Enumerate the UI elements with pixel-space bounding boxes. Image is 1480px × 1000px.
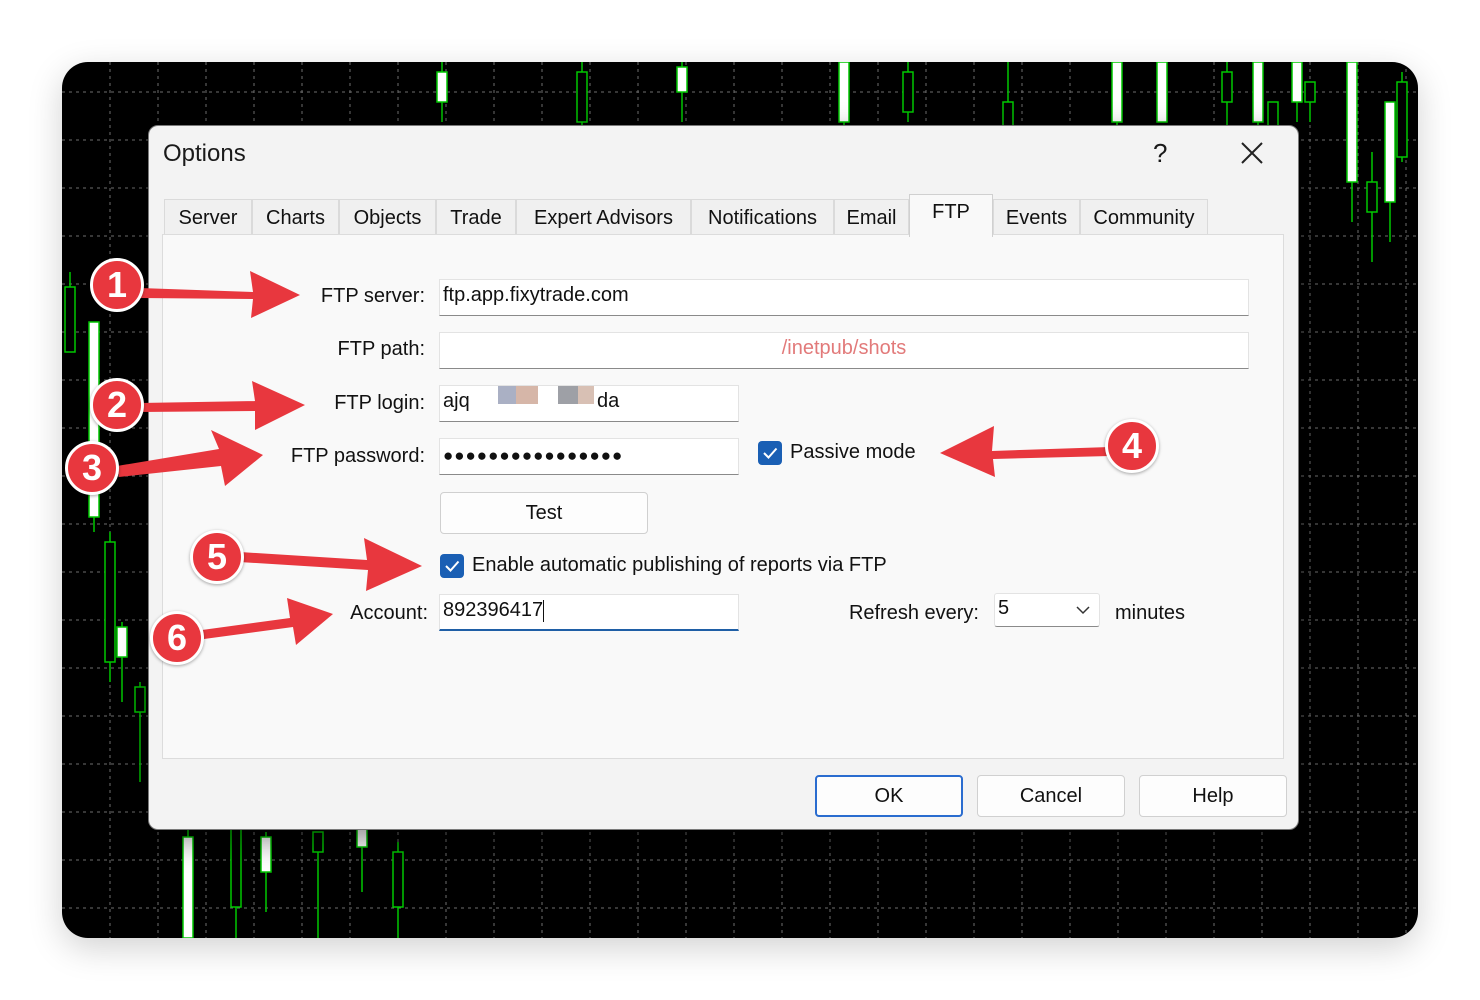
redacted-block [558, 386, 594, 404]
account-value: 892396417 [443, 599, 544, 621]
candle-body [1346, 62, 1358, 183]
tab-email[interactable]: Email [834, 199, 909, 235]
annotation-badge-4: 4 [1105, 419, 1159, 473]
annotation-badge-3: 3 [65, 441, 119, 495]
ftp-login-input[interactable]: ajq da [439, 385, 739, 422]
candle-body [1304, 81, 1316, 103]
close-icon[interactable] [1239, 140, 1265, 166]
candle-body [392, 851, 404, 908]
text-cursor [543, 599, 545, 622]
account-label: Account: [350, 602, 428, 624]
redacted-block [498, 386, 538, 404]
candle-body [134, 686, 146, 713]
candle-body [64, 286, 76, 353]
dialog-title: Options [163, 140, 246, 167]
annotation-badge-1: 1 [90, 258, 144, 312]
ok-button[interactable]: OK [815, 775, 963, 817]
enable-publishing-checkbox[interactable] [440, 554, 464, 578]
refresh-value: 5 [998, 597, 1010, 619]
annotation-badge-5: 5 [190, 530, 244, 584]
passive-mode-checkbox[interactable] [758, 441, 782, 465]
test-button[interactable]: Test [440, 492, 648, 534]
candle-body [1156, 62, 1168, 123]
account-input[interactable]: 892396417 [439, 594, 739, 631]
minutes-label: minutes [1115, 602, 1186, 624]
candle-body [1252, 62, 1264, 123]
tab-ftp[interactable]: FTP [909, 194, 993, 237]
candle-body [260, 836, 272, 873]
passive-mode-label: Passive mode [790, 441, 916, 463]
chevron-down-icon [1076, 606, 1090, 615]
candle-body [1221, 71, 1233, 103]
candle-body [182, 836, 194, 938]
tab-charts[interactable]: Charts [252, 199, 339, 235]
tab-objects[interactable]: Objects [339, 199, 436, 235]
refresh-select[interactable]: 5 [994, 593, 1100, 627]
cancel-button[interactable]: Cancel [977, 775, 1125, 817]
ftp-login-label: FTP login: [334, 392, 425, 414]
options-dialog: Options ? Server Charts Objects Trade Ex… [148, 125, 1299, 830]
refresh-label: Refresh every: [848, 602, 979, 624]
annotation-badge-2: 2 [90, 378, 144, 432]
candle-body [1396, 81, 1408, 158]
login-value-end: da [597, 390, 620, 412]
candle-body [104, 541, 116, 663]
candle-body [436, 71, 448, 103]
candle-body [116, 626, 128, 658]
ftp-path-input[interactable]: /inetpub/shots [439, 332, 1249, 369]
enable-publishing-label: Enable automatic publishing of reports v… [472, 554, 887, 576]
tab-events[interactable]: Events [993, 199, 1080, 235]
candle-body [576, 71, 588, 123]
candle-body [312, 831, 324, 853]
ftp-server-input[interactable]: ftp.app.fixytrade.com [439, 279, 1249, 316]
tab-trade[interactable]: Trade [436, 199, 516, 235]
ftp-password-label: FTP password: [290, 445, 425, 467]
candle-body [676, 66, 688, 93]
candle-body [356, 826, 368, 848]
help-button[interactable]: Help [1139, 775, 1287, 817]
ftp-password-input[interactable]: ●●●●●●●●●●●●●●●● [439, 438, 739, 475]
candle-body [1267, 101, 1279, 128]
ftp-path-label: FTP path: [337, 338, 425, 360]
tab-notifications[interactable]: Notifications [691, 199, 834, 235]
candle-body [838, 62, 850, 123]
candle-body [1366, 181, 1378, 213]
candle-body [1291, 62, 1303, 103]
candle-body [1384, 101, 1396, 203]
tab-community[interactable]: Community [1080, 199, 1208, 235]
help-icon[interactable]: ? [1153, 138, 1167, 169]
tab-expert-advisors[interactable]: Expert Advisors [516, 199, 691, 235]
candle-body [902, 71, 914, 113]
annotation-badge-6: 6 [150, 611, 204, 665]
candle-body [230, 826, 242, 908]
login-value-start: ajq [443, 390, 470, 412]
ftp-server-label: FTP server: [320, 285, 425, 307]
candle-body [1111, 62, 1123, 123]
tab-server[interactable]: Server [164, 199, 252, 235]
